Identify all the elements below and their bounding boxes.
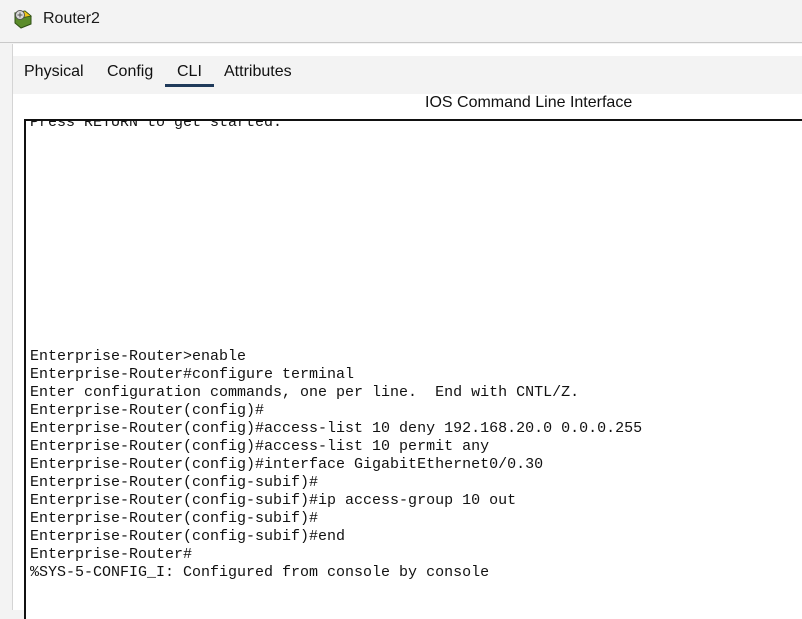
terminal-line: Enterprise-Router(config-subif)# [30, 510, 319, 527]
window-title: Router2 [43, 10, 100, 27]
tab-cli[interactable]: CLI [165, 59, 214, 87]
terminal-output: Press RETURN to get started. Enterprise-… [30, 119, 643, 582]
terminal-line: Press RETURN to get started. [30, 119, 283, 131]
router-icon [14, 10, 32, 29]
terminal-line: Enter configuration commands, one per li… [30, 384, 580, 401]
terminal-line: Enterprise-Router(config)#access-list 10… [30, 420, 643, 437]
cli-terminal[interactable]: Press RETURN to get started. Enterprise-… [24, 119, 802, 619]
tab-strip: Physical Config CLI Attributes [13, 56, 802, 94]
terminal-line: Enterprise-Router(config)#interface Giga… [30, 456, 544, 473]
panel-title: IOS Command Line Interface [425, 94, 633, 111]
tab-attributes[interactable]: Attributes [224, 59, 292, 85]
tab-physical[interactable]: Physical [24, 59, 84, 85]
terminal-line: Enterprise-Router#configure terminal [30, 366, 355, 383]
panel-header: IOS Command Line Interface [13, 94, 802, 118]
terminal-line: %SYS-5-CONFIG_I: Configured from console… [30, 564, 490, 581]
terminal-line: Enterprise-Router(config)# [30, 402, 265, 419]
title-bar: Router2 [0, 0, 802, 43]
tab-config[interactable]: Config [107, 59, 153, 85]
terminal-line: Enterprise-Router>enable [30, 348, 247, 365]
terminal-line: Enterprise-Router# [30, 546, 193, 563]
terminal-line: Enterprise-Router(config)#access-list 10… [30, 438, 490, 455]
content-area: Physical Config CLI Attributes IOS Comma… [12, 44, 802, 619]
terminal-line: Enterprise-Router(config-subif)# [30, 474, 319, 491]
terminal-blank-area [30, 132, 642, 348]
terminal-line: Enterprise-Router(config-subif)#end [30, 528, 346, 545]
terminal-line: Enterprise-Router(config-subif)#ip acces… [30, 492, 517, 509]
